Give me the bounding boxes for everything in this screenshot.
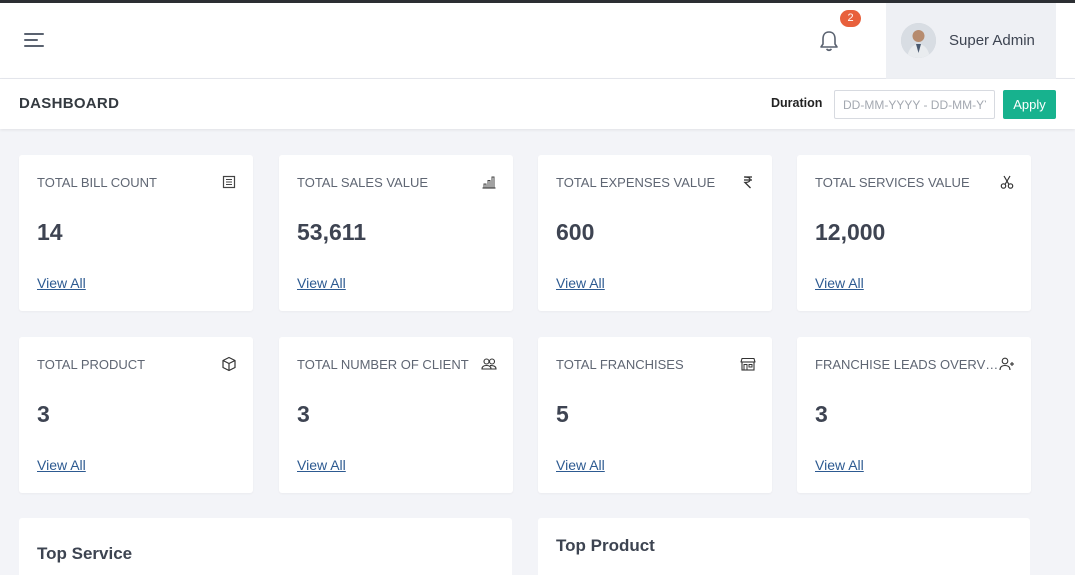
card-value: 5 (556, 401, 569, 427)
card-label: TOTAL PRODUCT (37, 357, 146, 372)
top-product-panel: Top Product (538, 518, 1030, 575)
bell-icon (820, 31, 838, 52)
user-plus-icon (999, 357, 1014, 371)
view-all-link[interactable]: View All (815, 275, 864, 291)
stat-card-services-value: TOTAL SERVICES VALUE 12,000 View All (797, 155, 1031, 311)
user-name: Super Admin (949, 32, 1035, 49)
notifications-button[interactable] (815, 27, 843, 55)
stat-card-total-franchises: TOTAL FRANCHISES 5 View All (538, 337, 772, 493)
view-all-link[interactable]: View All (815, 457, 864, 473)
view-all-link[interactable]: View All (37, 457, 86, 473)
card-value: 12,000 (815, 219, 886, 245)
card-label: FRANCHISE LEADS OVERVIEW (815, 357, 1000, 372)
stat-card-bill-count: TOTAL BILL COUNT 14 View All (19, 155, 253, 311)
card-label: TOTAL NUMBER OF CLIENT (297, 357, 469, 372)
card-label: TOTAL BILL COUNT (37, 175, 157, 190)
stat-card-franchise-leads: FRANCHISE LEADS OVERVIEW 3 View All (797, 337, 1031, 493)
card-label: TOTAL SERVICES VALUE (815, 175, 970, 190)
rupee-icon (743, 176, 752, 189)
view-all-link[interactable]: View All (556, 275, 605, 291)
view-all-link[interactable]: View All (556, 457, 605, 473)
stat-card-sales-value: TOTAL SALES VALUE 53,611 View All (279, 155, 513, 311)
date-range-input[interactable] (834, 90, 995, 119)
bar-chart-icon (482, 176, 496, 189)
view-all-link[interactable]: View All (297, 275, 346, 291)
card-label: TOTAL SALES VALUE (297, 175, 429, 190)
card-value: 3 (37, 401, 50, 427)
view-all-link[interactable]: View All (37, 275, 86, 291)
stat-card-expenses-value: TOTAL EXPENSES VALUE 600 View All (538, 155, 772, 311)
card-value: 53,611 (297, 219, 367, 245)
app-header: 2 Super Admin (0, 3, 1075, 79)
notification-count-badge: 2 (840, 10, 861, 27)
page-title: DASHBOARD (19, 95, 120, 112)
card-value: 3 (815, 401, 828, 427)
menu-toggle-button[interactable] (22, 28, 48, 52)
card-value: 600 (556, 219, 595, 245)
hamburger-icon (24, 33, 44, 47)
stat-card-number-of-client: TOTAL NUMBER OF CLIENT 3 View All (279, 337, 513, 493)
card-label: TOTAL EXPENSES VALUE (556, 175, 716, 190)
duration-label: Duration (771, 96, 823, 110)
stat-card-total-product: TOTAL PRODUCT 3 View All (19, 337, 253, 493)
panel-title: Top Product (556, 536, 655, 555)
avatar (901, 23, 936, 58)
card-label: TOTAL FRANCHISES (556, 357, 684, 372)
top-service-panel: Top Service (19, 518, 512, 575)
users-icon (481, 358, 497, 370)
bill-icon (222, 175, 236, 189)
user-menu[interactable]: Super Admin (886, 3, 1056, 79)
card-value: 3 (297, 401, 310, 427)
store-icon (740, 357, 756, 371)
scissors-icon (1000, 175, 1014, 189)
card-value: 14 (37, 219, 63, 245)
view-all-link[interactable]: View All (297, 457, 346, 473)
apply-button[interactable]: Apply (1003, 90, 1056, 119)
panel-title: Top Service (37, 544, 133, 563)
box-icon (222, 356, 236, 372)
page-toolbar: DASHBOARD Duration Apply (0, 79, 1075, 129)
